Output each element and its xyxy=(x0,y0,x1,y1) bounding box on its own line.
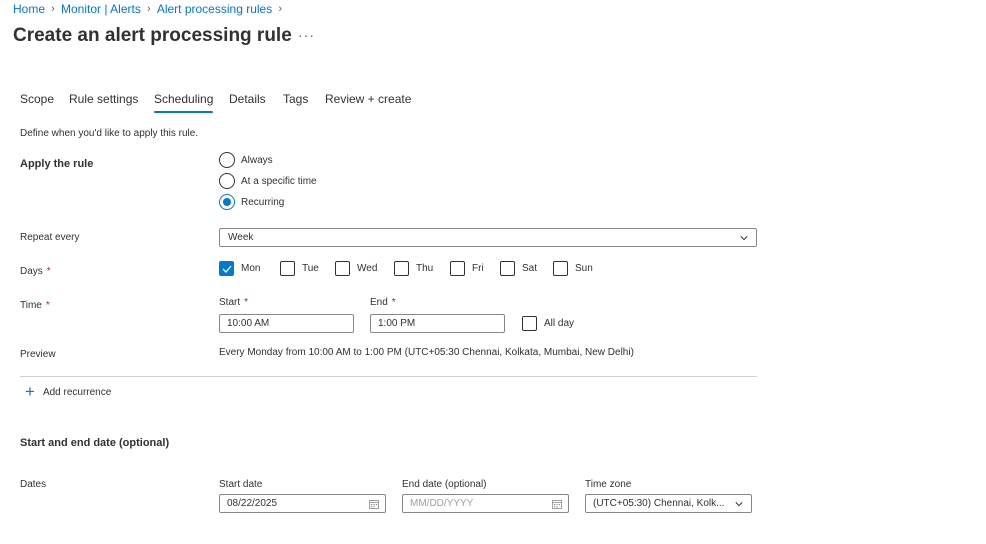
day-checkbox-wed[interactable]: Wed xyxy=(335,261,377,276)
radio-always-label: Always xyxy=(241,154,273,166)
start-time-label: Start * xyxy=(219,297,248,308)
timezone-value: (UTC+05:30) Chennai, Kolk... xyxy=(593,498,725,509)
required-mark: * xyxy=(45,300,50,311)
breadcrumb-alert-processing-rules[interactable]: Alert processing rules xyxy=(157,2,272,16)
required-mark: * xyxy=(46,266,51,277)
checkbox-box xyxy=(500,261,515,276)
radio-circle xyxy=(219,152,235,168)
chevron-right-icon: › xyxy=(51,3,55,15)
repeat-every-value: Week xyxy=(228,232,254,243)
calendar-icon[interactable] xyxy=(369,499,379,509)
more-icon[interactable]: ··· xyxy=(298,27,315,43)
day-label: Wed xyxy=(357,263,378,274)
radio-circle-selected xyxy=(219,194,235,210)
checkbox-box xyxy=(450,261,465,276)
chevron-right-icon: › xyxy=(278,3,283,15)
timezone-dropdown[interactable]: (UTC+05:30) Chennai, Kolk... xyxy=(585,494,752,513)
time-label-text: Time xyxy=(20,300,42,311)
all-day-label: All day xyxy=(544,318,575,329)
start-date-label: Start date xyxy=(219,479,263,490)
start-date-input[interactable]: 08/22/2025 xyxy=(219,494,386,513)
day-checkbox-sun[interactable]: Sun xyxy=(553,261,593,276)
checkbox-box xyxy=(219,261,234,276)
preview-label: Preview xyxy=(20,349,56,360)
days-label: Days * xyxy=(20,266,51,277)
scheduling-description: Define when you'd like to apply this rul… xyxy=(20,128,199,139)
required-mark: * xyxy=(244,297,249,308)
chevron-right-icon: › xyxy=(146,3,151,15)
checkbox-box xyxy=(394,261,409,276)
day-label: Sat xyxy=(522,263,538,274)
dates-label: Dates xyxy=(20,479,47,490)
tab-rule-settings[interactable]: Rule settings xyxy=(69,92,138,106)
day-checkbox-thu[interactable]: Thu xyxy=(394,261,433,276)
breadcrumb-home[interactable]: Home xyxy=(13,2,45,16)
tab-details[interactable]: Details xyxy=(229,92,266,106)
chevron-down-icon xyxy=(740,236,748,241)
checkbox-box xyxy=(335,261,350,276)
checkbox-box xyxy=(553,261,568,276)
apply-rule-label: Apply the rule xyxy=(20,158,94,170)
start-time-label-text: Start xyxy=(219,297,241,308)
time-label: Time * xyxy=(20,300,50,311)
radio-recurring[interactable]: Recurring xyxy=(219,194,284,210)
divider xyxy=(20,376,757,377)
radio-recurring-label: Recurring xyxy=(241,196,285,208)
end-date-label: End date (optional) xyxy=(402,479,487,490)
end-date-placeholder: MM/DD/YYYY xyxy=(410,498,474,509)
end-time-label-text: End xyxy=(370,297,388,308)
end-time-label: End * xyxy=(370,297,396,308)
radio-specific-time-label: At a specific time xyxy=(241,175,317,187)
tab-review-create[interactable]: Review + create xyxy=(325,92,411,106)
day-label: Thu xyxy=(416,263,434,274)
day-label: Mon xyxy=(241,263,261,274)
end-date-input[interactable]: MM/DD/YYYY xyxy=(402,494,569,513)
day-checkbox-tue[interactable]: Tue xyxy=(280,261,319,276)
preview-text: Every Monday from 10:00 AM to 1:00 PM (U… xyxy=(219,347,634,358)
repeat-every-label: Repeat every xyxy=(20,232,80,243)
radio-always[interactable]: Always xyxy=(219,152,273,168)
plus-icon: + xyxy=(25,382,35,401)
calendar-icon[interactable] xyxy=(552,499,562,509)
tab-scheduling[interactable]: Scheduling xyxy=(154,92,214,113)
add-recurrence-label: Add recurrence xyxy=(42,386,112,398)
day-checkbox-mon[interactable]: Mon xyxy=(219,261,260,276)
checkbox-box xyxy=(522,316,537,331)
checkbox-box xyxy=(280,261,295,276)
all-day-checkbox[interactable]: All day xyxy=(522,316,574,331)
radio-circle xyxy=(219,173,235,189)
chevron-down-icon xyxy=(735,502,743,507)
checkmark-icon xyxy=(222,265,232,273)
add-recurrence-button[interactable]: + Add recurrence xyxy=(25,382,112,401)
day-label: Tue xyxy=(302,263,319,274)
end-time-input[interactable]: 1:00 PM xyxy=(370,314,505,333)
tab-scope[interactable]: Scope xyxy=(20,92,54,106)
repeat-every-dropdown[interactable]: Week xyxy=(219,228,757,247)
start-date-value: 08/22/2025 xyxy=(227,498,278,509)
day-checkbox-fri[interactable]: Fri xyxy=(450,261,484,276)
page-title: Create an alert processing rule xyxy=(13,25,292,46)
required-mark: * xyxy=(391,297,396,308)
day-label: Fri xyxy=(472,263,484,274)
timezone-label: Time zone xyxy=(585,479,632,490)
days-label-text: Days xyxy=(20,266,43,277)
breadcrumb-monitor-alerts[interactable]: Monitor | Alerts xyxy=(61,2,141,16)
dates-section-title: Start and end date (optional) xyxy=(20,437,170,449)
start-time-input[interactable]: 10:00 AM xyxy=(219,314,354,333)
day-checkbox-sat[interactable]: Sat xyxy=(500,261,537,276)
day-label: Sun xyxy=(575,263,593,274)
breadcrumb: Home › Monitor | Alerts › Alert processi… xyxy=(13,2,288,16)
radio-specific-time[interactable]: At a specific time xyxy=(219,173,317,189)
tab-tags[interactable]: Tags xyxy=(283,92,308,106)
